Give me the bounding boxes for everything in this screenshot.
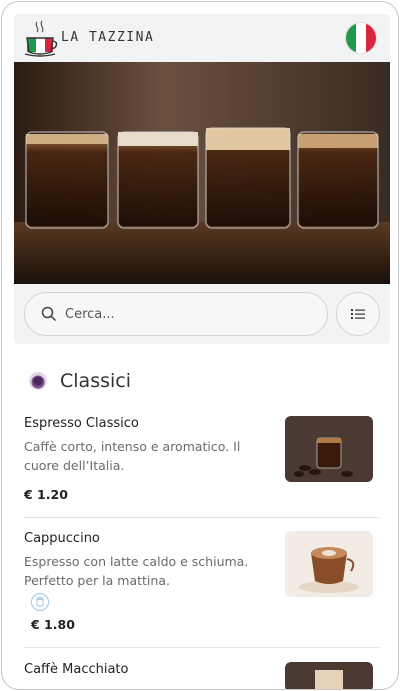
coffee-bean-icon [29,372,47,390]
allergen-tag-icon[interactable] [31,593,49,611]
coffee-cup-logo-icon[interactable] [24,20,58,58]
list-view-button[interactable] [336,292,380,336]
flag-white-stripe [356,23,366,53]
item-price: € 1.80 [31,617,75,632]
app-frame: LA TAZZINA Cerca... Classici Espresso Cl… [1,1,399,690]
section-header: Classici [28,370,131,392]
menu-item[interactable]: Cappuccino Espresso con latte caldo e sc… [24,531,379,632]
item-description: Caffè corto, intenso e aromatico. Il cuo… [24,439,241,473]
brand-name: LA TAZZINA [61,30,155,45]
list-icon [351,309,365,319]
top-bar: LA TAZZINA [14,14,390,62]
item-description: Espresso con latte caldo e schiuma. Perf… [24,554,249,588]
search-input[interactable] [65,306,285,322]
milk-icon [36,597,44,607]
hero-coffee-glasses-image [14,62,390,284]
macchiato-thumbnail-image [285,662,373,689]
menu-item[interactable]: Espresso Classico Caffè corto, intenso e… [24,416,379,502]
cappuccino-thumbnail-image [285,531,373,597]
section-title: Classici [60,370,131,392]
divider [24,517,379,518]
divider [24,647,379,648]
espresso-thumbnail-image [285,416,373,482]
search-row [24,292,380,336]
search-icon [41,306,57,322]
search-bar[interactable] [24,292,328,336]
flag-green-stripe [346,23,356,53]
italian-flag-icon[interactable] [345,22,377,54]
item-price: € 1.20 [24,487,68,502]
menu-item[interactable]: Caffè Macchiato [24,662,379,689]
flag-red-stripe [366,23,376,53]
